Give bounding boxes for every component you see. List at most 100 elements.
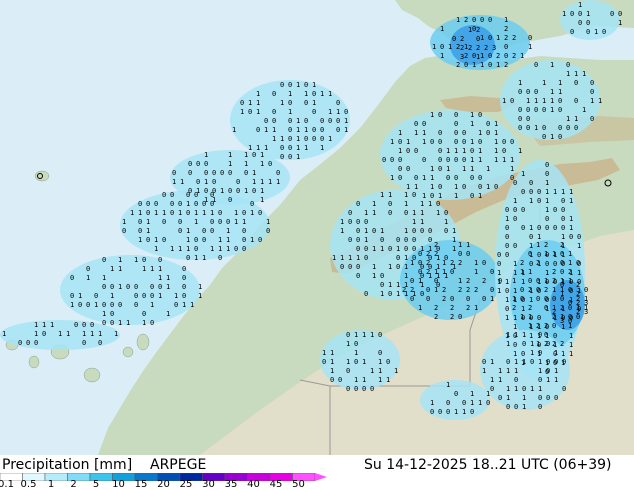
precip-value: 0 xyxy=(218,218,222,226)
precip-value: 0 xyxy=(534,88,538,96)
precip-value: 0 xyxy=(256,126,260,134)
precip-value: 0 xyxy=(202,200,206,208)
precip-value: 0 xyxy=(470,408,474,416)
precip-value: 2 xyxy=(568,268,572,276)
precip-value: 1 xyxy=(414,183,418,191)
precip-value: 0 xyxy=(497,260,501,268)
precip-value: 1 xyxy=(234,209,238,217)
precip-value: 1 xyxy=(536,340,540,348)
precip-value: 1 xyxy=(118,283,122,291)
precip-value: 1 xyxy=(146,218,150,226)
precip-value: 1 xyxy=(618,19,622,27)
precip-value: 1 xyxy=(537,233,541,241)
precip-value: 1 xyxy=(560,290,564,298)
precip-value: 0 xyxy=(412,245,416,253)
precip-value: 0 xyxy=(558,133,562,141)
precip-value: 0 xyxy=(414,120,418,128)
precip-value: 0 xyxy=(526,88,530,96)
precip-value: 0 xyxy=(266,227,270,235)
precip-value: 0 xyxy=(346,385,350,393)
precip-value: 0 xyxy=(170,191,174,199)
precip-value: 0 xyxy=(438,183,442,191)
precip-value: 0 xyxy=(242,227,246,235)
precip-value: 0 xyxy=(398,138,402,146)
precip-value: 1 xyxy=(498,367,502,375)
precip-value: 0 xyxy=(146,209,150,217)
precip-value: 0 xyxy=(396,236,400,244)
precip-value: 0 xyxy=(537,188,541,196)
precip-value: 1 xyxy=(150,265,154,273)
precip-value: 1 xyxy=(388,191,392,199)
precip-value: 1 xyxy=(474,259,478,267)
precip-value: 0 xyxy=(574,124,578,132)
precip-value: 1 xyxy=(102,274,106,282)
precip-value: 0 xyxy=(142,256,146,264)
precip-value: 0 xyxy=(142,310,146,318)
precip-value: 0 xyxy=(362,385,366,393)
precip-value: 0 xyxy=(470,147,474,155)
precip-value: 1 xyxy=(226,227,230,235)
scale-label: 45 xyxy=(269,479,283,490)
precip-value: 2 xyxy=(476,26,480,34)
precip-value: 1 xyxy=(58,330,62,338)
precip-value: 0 xyxy=(505,251,509,259)
precip-value: 0 xyxy=(472,16,476,24)
precip-value: 0 xyxy=(558,97,562,105)
precip-value: 0 xyxy=(542,106,546,114)
precip-value: 1 xyxy=(406,183,410,191)
precip-value: 0 xyxy=(288,81,292,89)
precip-value: 1 xyxy=(442,268,446,276)
precip-value: 0 xyxy=(538,376,542,384)
precip-value: 1 xyxy=(226,236,230,244)
precip-value: 3 xyxy=(492,44,496,52)
precip-value: 0 xyxy=(134,283,138,291)
precip-value: 2 xyxy=(466,286,470,294)
precip-value: 0 xyxy=(560,268,564,276)
precip-value: 0 xyxy=(410,277,414,285)
precip-value: 0 xyxy=(142,292,146,300)
precip-value: 1 xyxy=(404,263,408,271)
precip-value: 0 xyxy=(182,283,186,291)
precip-value: 0 xyxy=(430,138,434,146)
precip-value: 1 xyxy=(462,408,466,416)
precip-value: 1 xyxy=(462,165,466,173)
precip-value: 1 xyxy=(505,215,509,223)
precip-value: 1 xyxy=(166,310,170,318)
precip-value: 0 xyxy=(406,147,410,155)
precip-value: 0 xyxy=(138,200,142,208)
precip-value: 0 xyxy=(312,90,316,98)
precip-value: 1 xyxy=(256,99,260,107)
precip-value: 0 xyxy=(320,135,324,143)
precip-value: 0 xyxy=(348,218,352,226)
precip-value: 0 xyxy=(546,394,550,402)
precip-value: 0 xyxy=(545,215,549,223)
precip-value: 1 xyxy=(590,97,594,105)
precip-value: 0 xyxy=(518,88,522,96)
precip-value: 1 xyxy=(362,376,366,384)
precip-value: 0 xyxy=(34,339,38,347)
precip-value: 1 xyxy=(396,290,400,298)
precip-value: 0 xyxy=(574,97,578,105)
precip-value: 0 xyxy=(364,245,368,253)
precip-value: 0 xyxy=(86,301,90,309)
precip-value: 1 xyxy=(462,147,466,155)
precip-value: 2 xyxy=(536,259,540,267)
precip-value: 0 xyxy=(426,295,430,303)
precip-value: 0 xyxy=(538,331,542,339)
precip-value: 1 xyxy=(250,236,254,244)
precip-value: 0 xyxy=(118,301,122,309)
precip-value: 2 xyxy=(496,52,500,60)
precip-value: 0 xyxy=(268,160,272,168)
precip-value: 1 xyxy=(244,160,248,168)
precip-value: 0 xyxy=(554,358,558,366)
scale-label: 2 xyxy=(70,479,77,490)
precip-value: 1 xyxy=(496,61,500,69)
precip-value: 1 xyxy=(260,187,264,195)
precip-value: 0 xyxy=(562,385,566,393)
precip-value: 1 xyxy=(204,178,208,186)
precip-value: 0 xyxy=(418,250,422,258)
precip-value: 1 xyxy=(228,160,232,168)
precip-value: 1 xyxy=(470,399,474,407)
precip-value: 0 xyxy=(462,138,466,146)
precip-value: 1 xyxy=(440,52,444,60)
